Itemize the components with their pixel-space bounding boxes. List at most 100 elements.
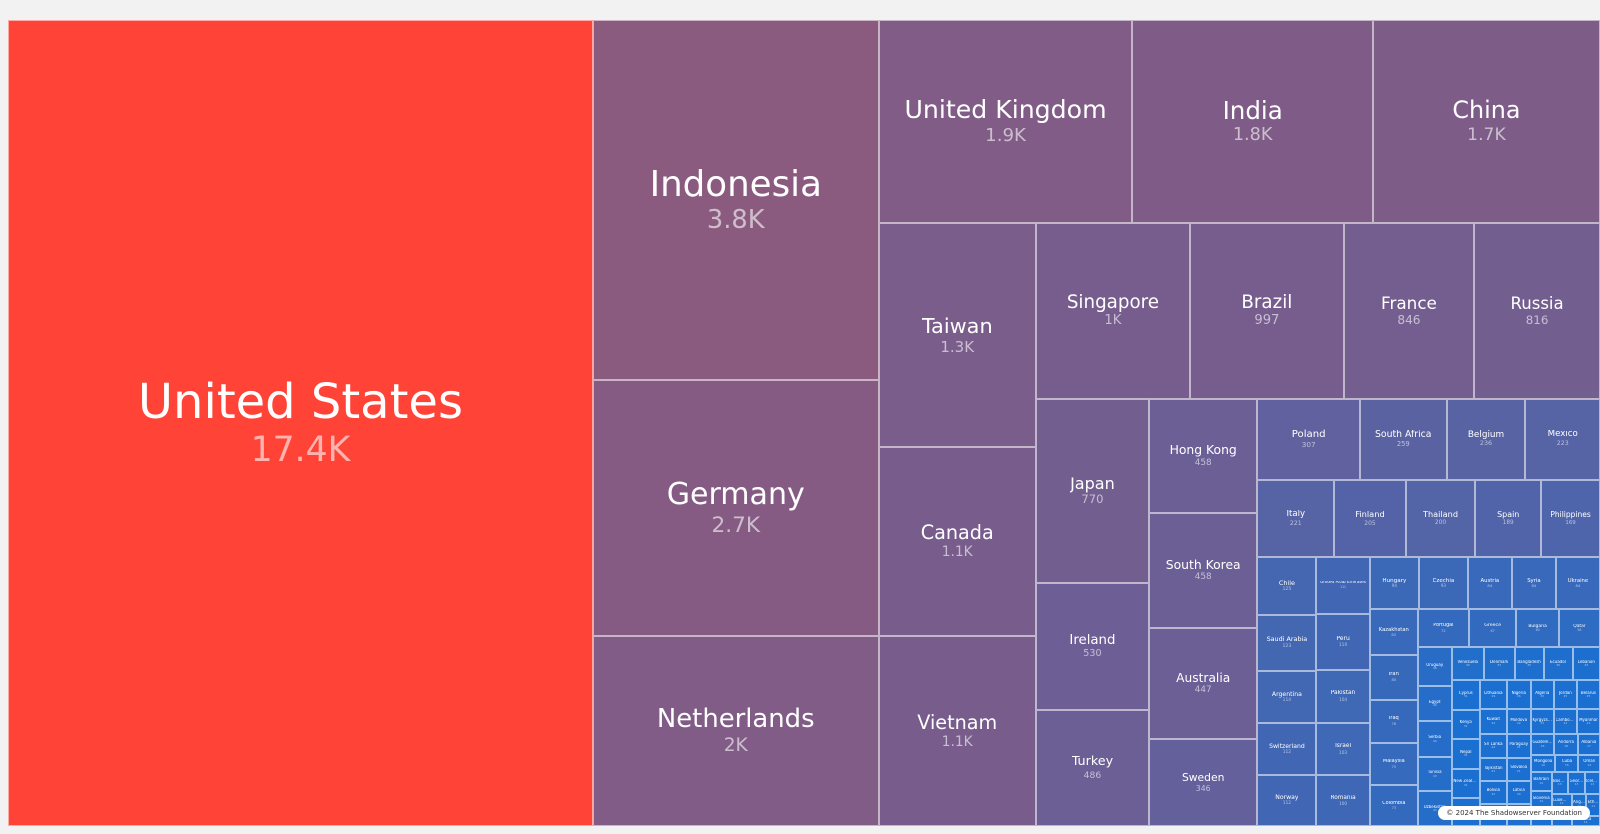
treemap-cell[interactable]: Italy 221 [1257, 479, 1335, 558]
treemap-cell[interactable]: Sweden 346 [1149, 739, 1258, 826]
treemap-cell[interactable]: Oman 14 [1578, 754, 1600, 773]
treemap-cell[interactable]: Guatemala 18 [1530, 733, 1555, 755]
treemap-cell[interactable]: Albania 17 [1577, 733, 1600, 755]
treemap-cell[interactable]: Hungary 94 [1369, 557, 1420, 610]
treemap-cell[interactable]: Sri Lanka 24 [1479, 733, 1507, 758]
treemap-cell[interactable]: Portugal 72 [1417, 609, 1469, 648]
treemap-cell[interactable]: Bosnia and Herzegovina13 [1551, 772, 1569, 794]
treemap-cell[interactable]: Lebanon 33 [1572, 647, 1600, 680]
treemap-cell[interactable]: Syria 84 [1511, 557, 1556, 610]
treemap-cell[interactable]: Iceland12 [1584, 772, 1600, 794]
treemap-cell[interactable]: Finland 205 [1334, 479, 1406, 558]
treemap-cell[interactable]: Ireland 530 [1035, 582, 1150, 710]
treemap-cell[interactable]: Kenya 31 [1451, 709, 1480, 740]
cell-value: 80 [1391, 678, 1397, 683]
treemap-cell[interactable]: Denmark 37 [1483, 647, 1515, 680]
treemap-cell[interactable]: Switzerland 112 [1257, 723, 1317, 775]
treemap-cell[interactable]: Belarus 25 [1576, 679, 1600, 710]
cell-value: 1.1K [941, 733, 973, 750]
treemap-cell[interactable]: Bolivia 22 [1479, 781, 1507, 804]
treemap-cell[interactable]: China 1.7K [1372, 20, 1600, 223]
treemap-cell[interactable]: Iran 80 [1369, 655, 1418, 701]
cell-value: 125 [1282, 586, 1292, 592]
treemap-cell[interactable]: Greece 67 [1468, 609, 1517, 648]
treemap-cell[interactable]: Kuwait 24 [1479, 709, 1507, 734]
cell-value: 11 [1591, 804, 1596, 809]
treemap-cell[interactable]: Canada 1.1K [878, 446, 1036, 637]
treemap-cell[interactable]: Qatar 58 [1558, 609, 1600, 648]
treemap-cell[interactable]: Tajikistan 23 [1479, 758, 1507, 782]
treemap-cell[interactable]: Russia 816 [1474, 222, 1600, 399]
treemap-cell[interactable]: Hong Kong 458 [1149, 398, 1258, 514]
treemap-cell[interactable]: Spain 189 [1475, 479, 1542, 558]
treemap-cell[interactable]: Myanmar 21 [1576, 709, 1600, 734]
treemap-cell[interactable]: Georgia13 [1568, 772, 1585, 794]
treemap-cell[interactable]: Vietnam 1.1K [878, 636, 1036, 826]
treemap-cell[interactable]: Singapore 1K [1035, 222, 1190, 399]
treemap-cell[interactable]: Paraguay 21 [1506, 733, 1531, 758]
treemap-cell[interactable]: Romania 100 [1316, 775, 1370, 826]
treemap-cell[interactable]: India 1.8K [1132, 20, 1373, 223]
treemap-cell[interactable]: Norway 112 [1257, 774, 1317, 826]
treemap-cell[interactable]: Czechia 93 [1419, 557, 1468, 610]
treemap-cell[interactable]: Cambodia 21 [1553, 709, 1577, 734]
treemap-cell[interactable]: Germany 2.7K [592, 380, 879, 637]
treemap-cell[interactable]: Nepal 31 [1451, 739, 1480, 769]
treemap-cell[interactable]: Ecuador 35 [1543, 647, 1573, 680]
treemap-cell[interactable]: Slovakia 21 [1506, 757, 1531, 782]
treemap-cell[interactable]: Iraq 76 [1369, 700, 1418, 743]
cell-label: Thailand [1422, 510, 1459, 520]
treemap-cell[interactable]: Chile 125 [1257, 557, 1317, 615]
treemap-cell[interactable]: Ukraine 84 [1555, 557, 1600, 610]
treemap-cell[interactable]: Thailand 200 [1405, 479, 1476, 558]
treemap-cell[interactable]: Moldova 22 [1506, 709, 1531, 734]
treemap-cell[interactable]: United States 17.4K [8, 20, 593, 826]
treemap-cell[interactable]: Australia 447 [1149, 627, 1258, 740]
treemap-cell[interactable]: Turkey 486 [1035, 709, 1150, 826]
treemap-cell[interactable]: Mexico 223 [1525, 398, 1600, 480]
treemap-cell[interactable]: Bangladesh 35 [1514, 647, 1544, 680]
treemap-cell[interactable]: Indonesia 3.8K [592, 20, 879, 381]
treemap-cell[interactable]: Colombia 73 [1369, 784, 1418, 826]
treemap-cell[interactable]: Kazakhstan 82 [1369, 609, 1418, 656]
treemap-cell[interactable]: Poland 307 [1257, 398, 1360, 480]
treemap-cell[interactable]: Serbia 44 [1417, 721, 1452, 757]
treemap-cell[interactable]: Peru 110 [1316, 613, 1370, 670]
treemap-cell[interactable]: Cuba 15 [1555, 754, 1579, 773]
treemap-cell[interactable]: Egypt 44 [1417, 685, 1452, 722]
treemap-cell[interactable]: Austria 84 [1467, 557, 1512, 610]
treemap-cell[interactable]: United Kingdom 1.9K [878, 20, 1133, 223]
treemap-cell[interactable]: Belgium 236 [1446, 398, 1526, 480]
treemap-cell[interactable]: United Arab Emirates 111 [1316, 557, 1370, 614]
treemap-cell[interactable]: Philippines 169 [1541, 479, 1600, 558]
treemap-cell[interactable]: Lithuania 29 [1479, 679, 1507, 710]
treemap-cell[interactable]: Japan 770 [1035, 398, 1150, 583]
treemap-cell[interactable]: Andorra 18 [1554, 733, 1578, 755]
cell-label: Israel [1335, 743, 1352, 749]
treemap-cell[interactable]: France 846 [1343, 222, 1475, 399]
treemap-cell[interactable]: Venezuela 39 [1451, 647, 1484, 680]
treemap-cell[interactable]: Argentina 114 [1257, 671, 1317, 724]
treemap-cell[interactable]: Bulgaria 60 [1516, 609, 1559, 648]
treemap-cell[interactable]: South Africa 259 [1359, 398, 1447, 480]
cell-label: Sweden [1181, 771, 1225, 784]
treemap-cell[interactable]: Saudi Arabia 123 [1257, 614, 1317, 672]
treemap-cell[interactable]: Brazil 997 [1190, 222, 1344, 399]
treemap-cell[interactable]: Nigeria 26 [1506, 679, 1531, 710]
treemap-cell[interactable]: Jordan 25 [1553, 679, 1577, 710]
treemap-cell[interactable]: Kyrgyzstan 21 [1530, 709, 1554, 734]
treemap-cell[interactable]: Cyprus 31 [1451, 679, 1480, 710]
treemap-cell[interactable]: Netherlands 2K [592, 636, 879, 826]
treemap-cell[interactable]: Israel 103 [1316, 722, 1370, 776]
treemap-cell[interactable]: New Zealand 31 [1451, 768, 1480, 799]
treemap-cell[interactable]: South Korea 458 [1149, 513, 1258, 628]
treemap-cell[interactable]: Taiwan 1.3K [878, 222, 1036, 447]
treemap-cell[interactable]: Pakistan 104 [1316, 669, 1370, 723]
treemap-cell[interactable]: Latvia 20 [1506, 781, 1531, 804]
treemap-cell[interactable]: Bahrain 14 [1530, 772, 1552, 791]
treemap-cell[interactable]: Algeria 25 [1530, 679, 1554, 710]
treemap-cell[interactable]: Uruguay 48 [1417, 647, 1452, 686]
treemap-cell[interactable]: Mongolia 16 [1530, 754, 1556, 773]
treemap-cell[interactable]: Tunisia 43 [1417, 756, 1452, 792]
treemap-cell[interactable]: Malaysia 75 [1369, 742, 1418, 785]
